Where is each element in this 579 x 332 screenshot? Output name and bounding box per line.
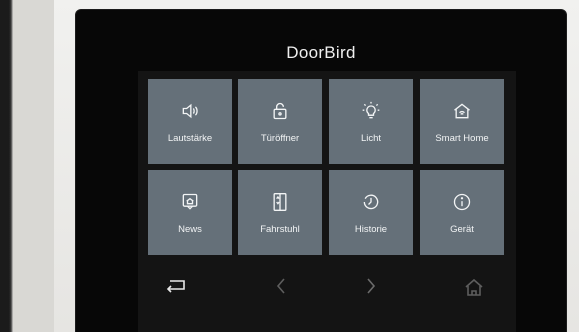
tile-licht[interactable]: Licht (329, 79, 413, 164)
news-icon (182, 193, 198, 210)
tile-fahrstuhl[interactable]: Fahrstuhl (238, 170, 322, 255)
device-title: DoorBird (286, 43, 356, 62)
tile-label: Türöffner (260, 133, 300, 144)
tile-smart-home[interactable]: Smart Home (420, 79, 504, 164)
tile-news[interactable]: News (148, 170, 232, 255)
tile-label: Historie (354, 224, 388, 235)
chevron-left-icon (276, 278, 285, 294)
return-arrow-icon (166, 280, 185, 293)
home-icon (465, 278, 483, 296)
smart-home-icon (454, 103, 470, 119)
lightbulb-icon (362, 101, 380, 119)
tile-lautstaerke[interactable]: Lautstärke (148, 79, 232, 164)
tile-label: Fahrstuhl (260, 224, 300, 235)
tile-label: Lautstärke (167, 133, 213, 144)
tile-tueroeffner[interactable]: Türöffner (238, 79, 322, 164)
elevator-icon (273, 193, 287, 211)
tile-label: Smart Home (435, 133, 489, 144)
tile-label: Licht (360, 133, 382, 144)
tile-historie[interactable]: Historie (329, 170, 413, 255)
lock-icon (273, 102, 287, 120)
next-page-button[interactable] (360, 276, 382, 296)
back-button[interactable] (165, 276, 189, 296)
tile-label: Gerät (450, 224, 474, 235)
home-button[interactable] (463, 277, 485, 297)
tile-geraet[interactable]: Gerät (420, 170, 504, 255)
prev-page-button[interactable] (270, 276, 292, 296)
speaker-icon (182, 103, 198, 119)
history-clock-icon (363, 194, 379, 210)
info-icon (453, 193, 471, 211)
chevron-right-icon (367, 278, 376, 294)
wall-edge (0, 0, 13, 332)
tile-label: News (178, 224, 202, 235)
